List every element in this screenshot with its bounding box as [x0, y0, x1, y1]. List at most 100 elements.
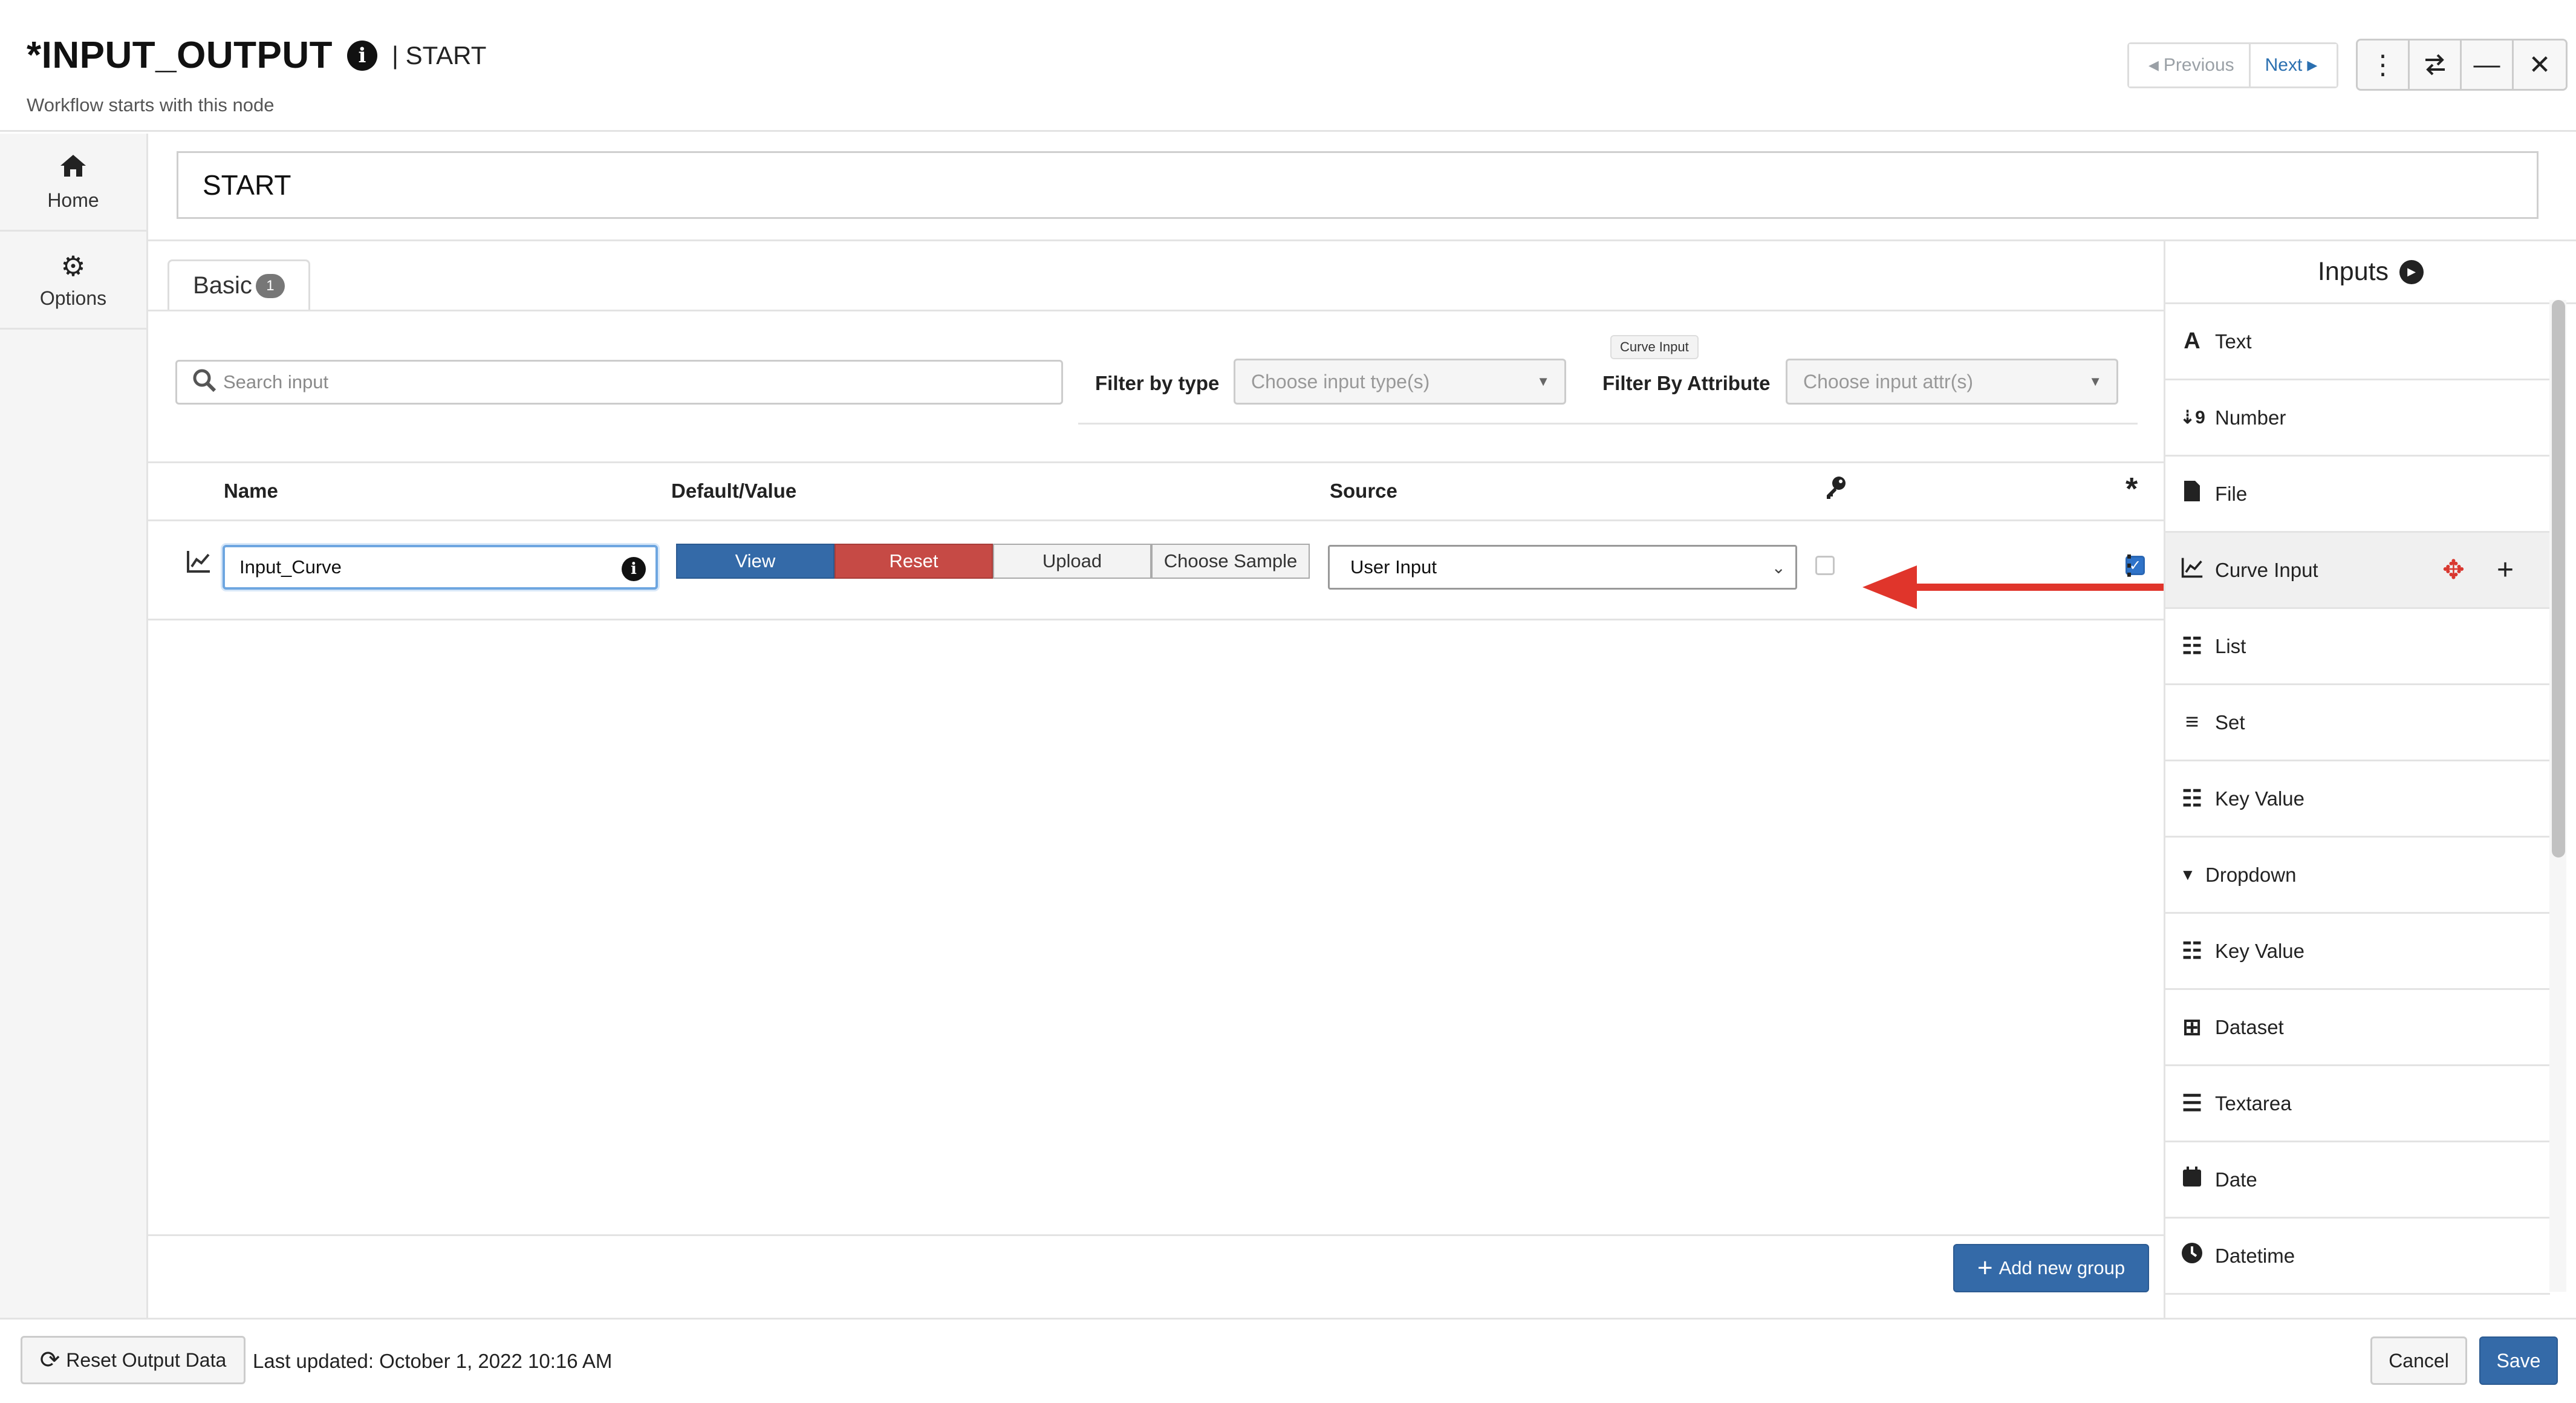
column-source: Source: [1330, 480, 1397, 502]
add-group-label: Add new group: [1999, 1257, 2126, 1278]
input-type-number[interactable]: ⇣9 Number: [2165, 380, 2550, 457]
input-type-label: Number: [2215, 406, 2286, 429]
input-type-dropdown[interactable]: ▼ Dropdown: [2165, 838, 2550, 914]
footer-divider: [148, 1234, 2164, 1236]
reset-output-label: Reset Output Data: [66, 1349, 227, 1371]
input-type-list[interactable]: ☷ List: [2165, 609, 2550, 685]
nav-label-options: Options: [39, 287, 107, 309]
caret-left-icon: ◀: [2148, 57, 2159, 73]
input-name-field[interactable]: Input_Curve i: [223, 545, 658, 590]
title-row: *INPUT_OUTPUT i | START: [27, 34, 486, 77]
default-value-buttons: View Reset Upload Choose Sample: [676, 544, 1310, 579]
refresh-icon: ⟳: [39, 1347, 60, 1373]
plus-icon: +: [1977, 1253, 1993, 1283]
gear-icon: ⚙: [60, 250, 86, 282]
inputs-panel: Inputs ▶ A Text ⇣9 Number File Curve Inp…: [2164, 239, 2576, 1318]
input-type-date[interactable]: Date: [2165, 1142, 2550, 1219]
close-button[interactable]: ✕: [2514, 41, 2566, 89]
tab-divider: [148, 310, 2164, 311]
node-name-input[interactable]: START: [177, 151, 2539, 219]
plus-icon[interactable]: +: [2497, 553, 2514, 587]
input-type-key-value-2[interactable]: ☷ Key Value: [2165, 914, 2550, 990]
previous-button[interactable]: ◀ Previous: [2129, 44, 2251, 86]
caret-down-icon: ▼: [2180, 865, 2196, 884]
filter-divider: [1078, 423, 2138, 425]
info-icon[interactable]: i: [622, 557, 646, 581]
source-value: User Input: [1350, 556, 1437, 578]
input-type-curve-input[interactable]: Curve Input ✥ +: [2165, 533, 2550, 609]
choose-sample-button[interactable]: Choose Sample: [1151, 544, 1310, 579]
input-type-label: Text: [2215, 330, 2252, 353]
caret-down-icon: ▼: [2089, 374, 2102, 389]
reset-output-button[interactable]: ⟳ Reset Output Data: [21, 1336, 246, 1384]
input-type-label: Datetime: [2215, 1244, 2295, 1267]
upload-button[interactable]: Upload: [993, 544, 1151, 579]
filter-type-label: Filter by type: [1095, 372, 1220, 394]
input-type-key-value[interactable]: ☷ Key Value: [2165, 761, 2550, 838]
minimize-button[interactable]: —: [2462, 41, 2514, 89]
drag-hint-arrow: [1862, 565, 2165, 609]
move-icon[interactable]: ✥: [2442, 555, 2465, 585]
input-type-set[interactable]: ≡ Set: [2165, 685, 2550, 761]
save-button[interactable]: Save: [2479, 1336, 2558, 1385]
last-updated-text: Last updated: October 1, 2022 10:16 AM: [253, 1350, 613, 1372]
nav-item-home[interactable]: Home: [0, 134, 146, 232]
view-button[interactable]: View: [676, 544, 834, 579]
input-type-label: Curve Input: [2215, 558, 2318, 581]
header-divider: [148, 519, 2164, 521]
input-name-value: Input_Curve: [239, 556, 342, 578]
info-icon[interactable]: i: [346, 40, 377, 71]
minimize-icon: —: [2473, 50, 2500, 79]
inputs-header: Inputs ▶: [2165, 241, 2576, 304]
next-label: Next: [2265, 55, 2303, 75]
column-key: [1823, 475, 1847, 506]
row-divider: [148, 619, 2164, 620]
column-default: Default/Value: [671, 480, 797, 502]
home-icon: [59, 152, 87, 184]
next-button[interactable]: Next ▶: [2250, 44, 2337, 86]
input-type-file[interactable]: File: [2165, 457, 2550, 533]
input-type-dataset[interactable]: ⊞ Dataset: [2165, 990, 2550, 1066]
search-icon: [192, 368, 217, 400]
input-type-textarea[interactable]: ☰ Textarea: [2165, 1066, 2550, 1142]
filter-attr-label: Filter By Attribute: [1602, 372, 1771, 394]
input-type-label: Key Value: [2215, 939, 2304, 962]
input-type-label: Dropdown: [2205, 863, 2297, 886]
filter-attr-placeholder: Choose input attr(s): [1803, 370, 1974, 392]
close-icon: ✕: [2528, 50, 2551, 80]
filter-attr-select[interactable]: Choose input attr(s) ▼: [1786, 359, 2118, 405]
filter-type-select[interactable]: Choose input type(s) ▼: [1234, 359, 1566, 405]
text-icon: A: [2184, 328, 2200, 354]
source-select[interactable]: User Input ⌄: [1328, 545, 1797, 590]
header: *INPUT_OUTPUT i | START Workflow starts …: [0, 0, 2576, 132]
left-nav: Home ⚙ Options: [0, 134, 148, 1318]
inputs-scrollbar-thumb[interactable]: [2552, 300, 2565, 858]
number-sort-icon: ⇣9: [2180, 408, 2205, 428]
add-new-group-button[interactable]: + Add new group: [1953, 1244, 2149, 1292]
reset-button[interactable]: Reset: [834, 544, 993, 579]
table-icon: ⊞: [2182, 1015, 2202, 1040]
file-icon: [2180, 480, 2204, 509]
input-type-label: Set: [2215, 711, 2245, 734]
table-divider: [148, 461, 2164, 463]
swap-button[interactable]: [2410, 41, 2462, 89]
nav-item-options[interactable]: ⚙ Options: [0, 232, 146, 330]
search-placeholder: Search input: [223, 371, 329, 392]
swap-icon: [2425, 54, 2445, 76]
tooltip: Curve Input: [1610, 335, 1699, 359]
input-type-text[interactable]: A Text: [2165, 304, 2550, 380]
search-input[interactable]: Search input: [175, 360, 1063, 405]
key-checkbox[interactable]: [1815, 556, 1835, 575]
window-controls: ⋮ — ✕: [2356, 39, 2568, 91]
cancel-button[interactable]: Cancel: [2370, 1336, 2467, 1385]
list-icon: ☷: [2181, 786, 2203, 812]
list-icon: ☷: [2181, 939, 2203, 964]
input-type-datetime[interactable]: Datetime: [2165, 1219, 2550, 1295]
input-type-label: Textarea: [2215, 1092, 2292, 1115]
kebab-button[interactable]: ⋮: [2358, 41, 2410, 89]
tab-basic[interactable]: Basic 1: [168, 259, 310, 310]
play-circle-icon[interactable]: ▶: [2399, 259, 2424, 284]
kebab-icon: ⋮: [2369, 50, 2396, 80]
input-type-label: Key Value: [2215, 787, 2304, 810]
column-name: Name: [224, 480, 278, 502]
